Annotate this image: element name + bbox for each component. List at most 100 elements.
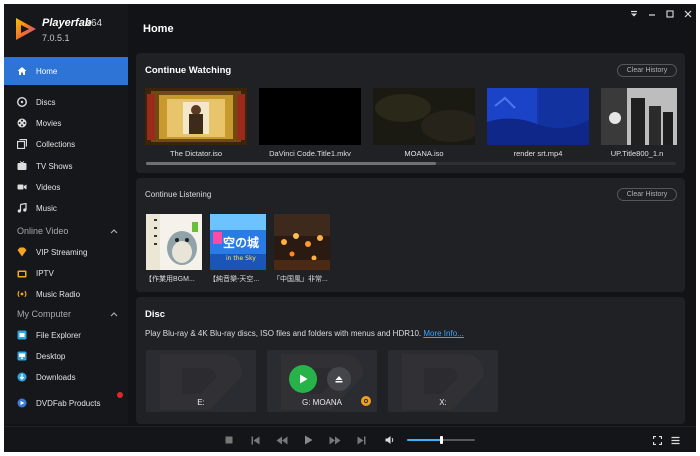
cover-subtitle-text: in the Sky: [226, 255, 256, 262]
video-title: render srt.mp4: [513, 149, 563, 158]
music-title: 【純音樂-天空...: [209, 276, 260, 283]
play-icon[interactable]: [303, 435, 313, 445]
music-title: 「中国風」非常...: [273, 276, 328, 283]
sidebar-item-tv-shows[interactable]: TV Shows: [4, 155, 128, 177]
continue-listening-panel: Continue Listening Clear History 【作業用BGM…: [136, 178, 685, 292]
menu-icon[interactable]: [630, 10, 638, 20]
eject-button[interactable]: [327, 367, 351, 391]
sidebar-item-downloads[interactable]: Downloads: [4, 366, 128, 388]
vip-icon: [17, 247, 27, 257]
cover-title-text: 空の城: [223, 235, 259, 250]
volume-icon[interactable]: [385, 435, 395, 445]
app-name: Playerfab: [42, 17, 92, 29]
sidebar-item-music-radio[interactable]: Music Radio: [4, 283, 128, 305]
sidebar-item-discs[interactable]: Discs: [4, 91, 128, 113]
sidebar-item-music[interactable]: Music: [4, 197, 128, 219]
drive-label: X:: [439, 398, 447, 407]
rewind-icon[interactable]: [276, 435, 288, 445]
sidebar-item-label: Collections: [36, 139, 76, 149]
sidebar-item-label: Desktop: [36, 351, 66, 361]
app-arch: x64: [86, 18, 103, 29]
next-icon[interactable]: [356, 435, 366, 445]
video-title: MOANA.iso: [404, 149, 444, 158]
sidebar-item-label: DVDFab Products: [36, 398, 101, 408]
sidebar-item-label: TV Shows: [36, 161, 73, 171]
sidebar-item-movies[interactable]: Movies: [4, 112, 128, 134]
player-control-bar: [4, 426, 696, 452]
fullscreen-icon[interactable]: [652, 435, 662, 445]
minimize-icon[interactable]: [648, 10, 656, 20]
tv-icon: [17, 161, 27, 171]
video-title: UP.Title800_1.n: [610, 149, 664, 158]
more-info-link[interactable]: More Info...: [423, 329, 463, 338]
section-online-video[interactable]: Online Video: [4, 222, 128, 240]
video-thumbnail[interactable]: [259, 88, 361, 145]
clear-history-button[interactable]: Clear History: [617, 64, 677, 77]
video-thumbnail[interactable]: [601, 88, 677, 145]
video-icon: [17, 182, 27, 192]
section-label: My Computer: [17, 309, 72, 319]
sidebar-item-label: IPTV: [36, 268, 54, 278]
close-icon[interactable]: [684, 10, 692, 20]
desktop-icon: [17, 351, 27, 361]
sidebar-item-desktop[interactable]: Desktop: [4, 345, 128, 367]
volume-slider-handle[interactable]: [440, 436, 443, 444]
sidebar-item-collections[interactable]: Collections: [4, 133, 128, 155]
disc-title: Disc: [145, 309, 166, 320]
iptv-icon: [17, 268, 27, 278]
sidebar-item-home[interactable]: Home: [4, 57, 128, 85]
sidebar-item-label: VIP Streaming: [36, 247, 88, 257]
disc-description: Play Blu-ray & 4K Blu-ray discs, ISO fil…: [145, 329, 464, 338]
drive-label: E:: [197, 398, 205, 407]
sidebar-item-dvdfab-products[interactable]: DVDFab Products: [4, 392, 128, 414]
window-controls: [630, 10, 692, 20]
sidebar-item-label: Music: [36, 203, 57, 213]
music-cover[interactable]: [274, 214, 330, 270]
chevron-up-icon: [110, 226, 118, 236]
music-cover[interactable]: [146, 214, 202, 270]
continue-listening-title: Continue Listening: [145, 190, 212, 199]
disc-drive[interactable]: X:: [388, 350, 498, 412]
disc-icon: [17, 97, 27, 107]
page-title: Home: [143, 23, 174, 35]
sidebar-item-label: Music Radio: [36, 289, 81, 299]
sidebar-item-iptv[interactable]: IPTV: [4, 262, 128, 284]
clear-history-button[interactable]: Clear History: [617, 188, 677, 201]
chevron-up-icon: [110, 309, 118, 319]
video-thumbnail[interactable]: [145, 88, 247, 145]
home-icon: [17, 66, 27, 76]
sidebar-item-label: Home: [36, 66, 58, 76]
scrollbar-thumb[interactable]: [146, 162, 436, 165]
continue-watching-panel: Continue Watching Clear History The Dict…: [136, 53, 685, 173]
disc-drive[interactable]: G: MOANA: [267, 350, 377, 412]
downloads-icon: [17, 372, 27, 382]
sidebar-item-vip-streaming[interactable]: VIP Streaming: [4, 241, 128, 263]
continue-watching-title: Continue Watching: [145, 65, 232, 76]
drive-label: G: MOANA: [301, 398, 342, 407]
sidebar-item-label: File Explorer: [36, 330, 81, 340]
fast-forward-icon[interactable]: [329, 435, 341, 445]
sidebar-item-label: Discs: [36, 97, 56, 107]
maximize-icon[interactable]: [666, 10, 674, 20]
horizontal-scrollbar[interactable]: [146, 162, 676, 165]
video-thumbnail[interactable]: [373, 88, 475, 145]
eject-icon: [335, 376, 343, 383]
app-window: Playerfab x64 7.0.5.1 Home Discs Movies: [4, 4, 696, 452]
notification-dot: [117, 392, 123, 398]
file-explorer-icon: [17, 330, 27, 340]
playlist-icon[interactable]: [670, 435, 680, 445]
sidebar-item-videos[interactable]: Videos: [4, 176, 128, 198]
volume-slider-fill: [407, 439, 441, 441]
previous-icon[interactable]: [250, 435, 260, 445]
stop-icon[interactable]: [224, 435, 234, 445]
sidebar-item-label: Movies: [36, 118, 62, 128]
sidebar-item-file-explorer[interactable]: File Explorer: [4, 324, 128, 346]
volume-slider[interactable]: [407, 436, 475, 444]
video-thumbnail[interactable]: [487, 88, 589, 145]
music-cover[interactable]: 空の城 in the Sky: [210, 214, 266, 270]
play-button[interactable]: [289, 365, 317, 393]
section-my-computer[interactable]: My Computer: [4, 305, 128, 323]
disc-drive[interactable]: E:: [146, 350, 256, 412]
film-reel-icon: [17, 118, 27, 128]
app-version: 7.0.5.1: [42, 33, 70, 43]
